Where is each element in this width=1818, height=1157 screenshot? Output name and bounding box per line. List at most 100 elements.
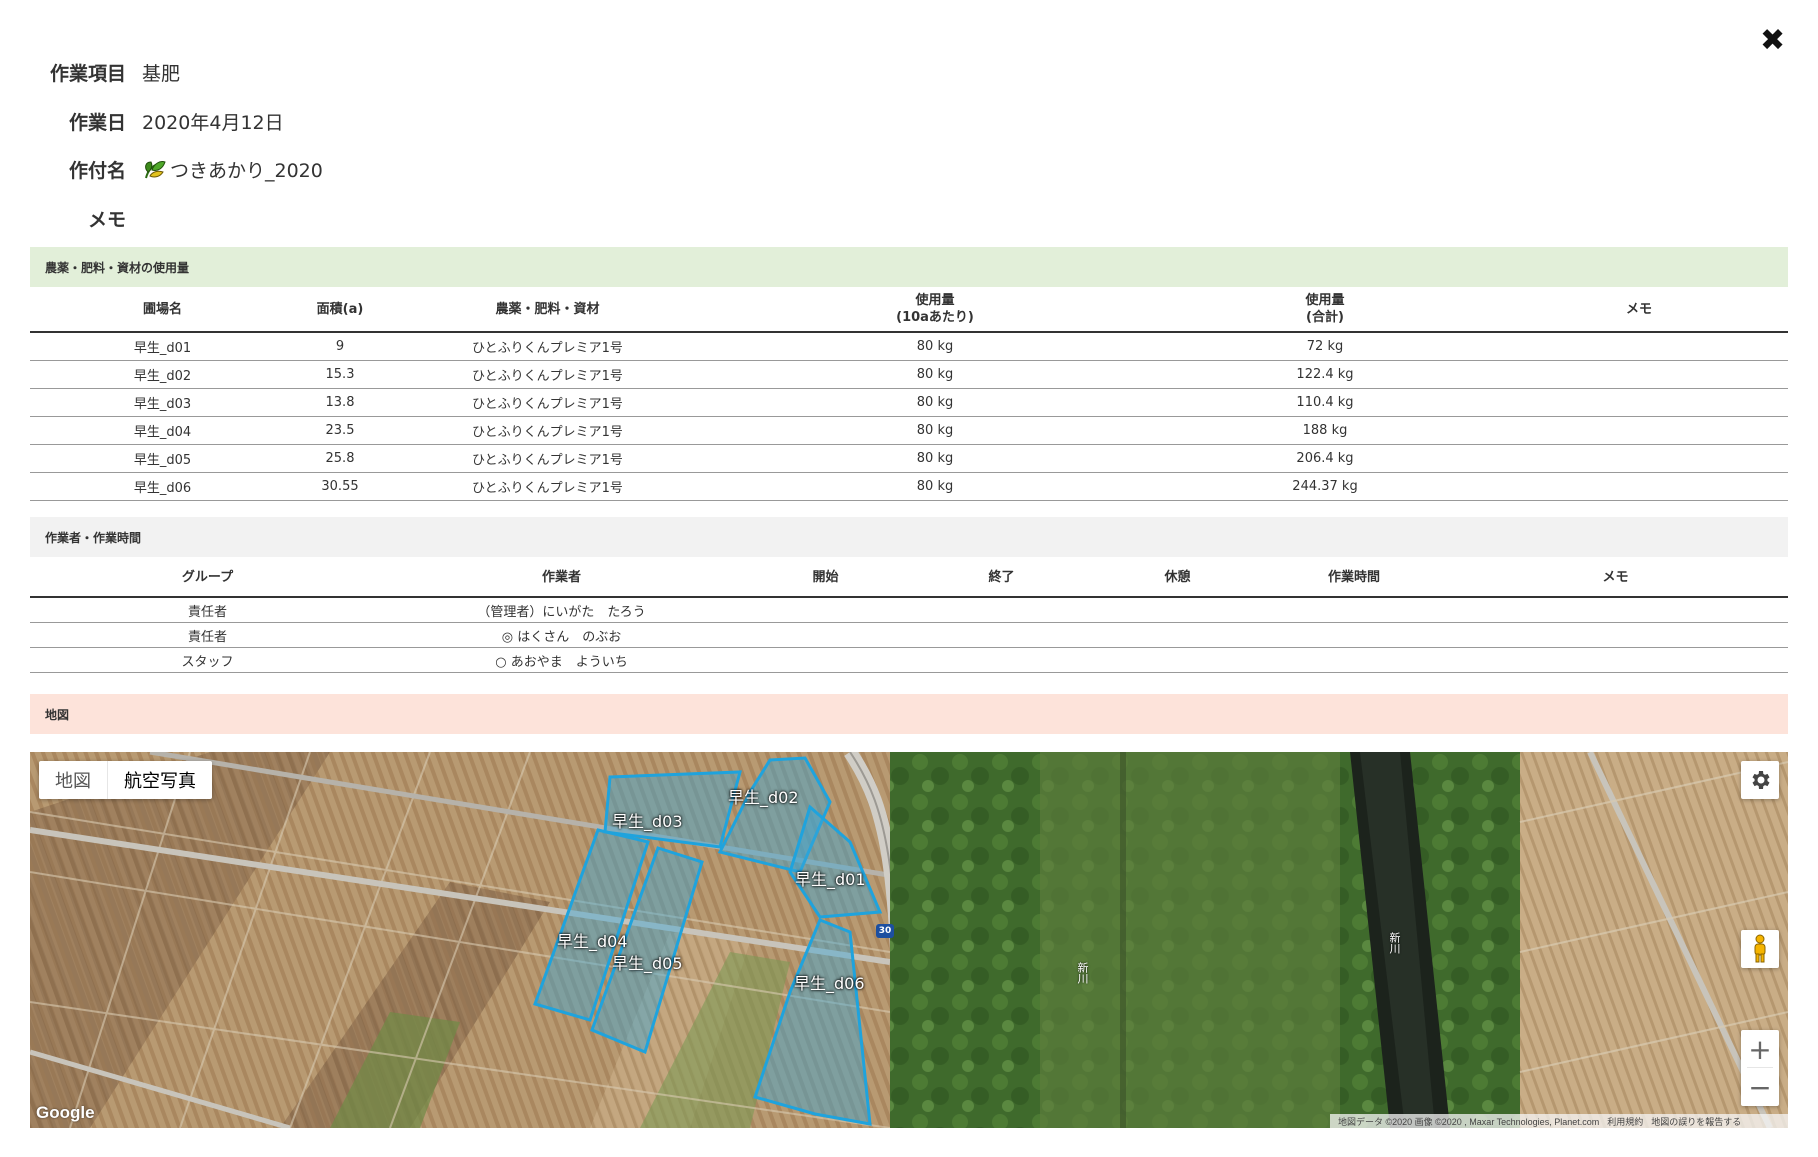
cell-start	[738, 647, 913, 673]
crop-value: つきあかり_2020	[142, 156, 323, 183]
cell-field: 早生_d04	[30, 416, 295, 445]
field-label-d03: 早生_d03	[612, 812, 683, 831]
cell-per10a: 80 kg	[710, 472, 1160, 501]
cell-field: 早生_d05	[30, 444, 295, 473]
cell-per10a: 80 kg	[710, 416, 1160, 445]
cell-area: 23.5	[295, 416, 385, 445]
memo-label: メモ	[87, 208, 126, 231]
cell-memo	[1490, 332, 1788, 361]
close-icon[interactable]: ✖	[1760, 26, 1785, 56]
cell-area: 25.8	[295, 444, 385, 473]
cell-worker: （管理者）にいがた たろう	[385, 597, 738, 623]
table-row: 早生_d03 13.8 ひとふりくんプレミア1号 80 kg 110.4 kg	[30, 388, 1788, 417]
table-row: 早生_d05 25.8 ひとふりくんプレミア1号 80 kg 206.4 kg	[30, 444, 1788, 473]
cell-start	[738, 622, 913, 648]
cell-memo	[1490, 388, 1788, 417]
usage-table: 圃場名 面積(a) 農薬・肥料・資材 使用量 (10aあたり) 使用量 (合計) メ…	[30, 287, 1788, 501]
cell-memo	[1490, 444, 1788, 473]
field-label-d01: 早生_d01	[795, 870, 866, 889]
table-row: 早生_d02 15.3 ひとふりくんプレミア1号 80 kg 122.4 kg	[30, 360, 1788, 389]
col-start: 開始	[738, 558, 913, 598]
cell-area: 9	[295, 332, 385, 361]
work-date-label: 作業日	[68, 111, 126, 134]
minus-icon[interactable]: −	[1741, 1068, 1779, 1106]
map-type-control: 地図 航空写真	[39, 761, 212, 799]
pegman-icon	[1754, 934, 1766, 963]
cell-end	[913, 647, 1090, 673]
river-label: 新川	[1076, 962, 1089, 984]
cell-memo	[1490, 360, 1788, 389]
work-item-label: 作業項目	[49, 62, 126, 85]
col-worker-memo: メモ	[1443, 558, 1788, 598]
cell-break	[1090, 597, 1265, 623]
cell-group: 責任者	[30, 622, 385, 648]
zoom-control: + −	[1741, 1030, 1779, 1106]
cell-memo	[1490, 416, 1788, 445]
field-label-d04: 早生_d04	[557, 932, 628, 951]
work-item-row: 作業項目 基肥	[30, 57, 180, 87]
report-error-link[interactable]: 地図の誤りを報告する	[1651, 1115, 1741, 1128]
map-view[interactable]: 早生_d03 早生_d02 早生_d01 早生_d04 早生_d05 早生_d0…	[30, 752, 1788, 1128]
crop-label: 作付名	[68, 159, 126, 182]
cell-material: ひとふりくんプレミア1号	[385, 388, 710, 417]
cell-worker: ◎ はくさん のぶお	[385, 622, 738, 648]
cell-field: 早生_d03	[30, 388, 295, 417]
cell-memo	[1443, 622, 1788, 648]
cell-field: 早生_d02	[30, 360, 295, 389]
col-field-name: 圃場名	[30, 287, 295, 333]
cell-group: 責任者	[30, 597, 385, 623]
cell-break	[1090, 647, 1265, 673]
cell-group: スタッフ	[30, 647, 385, 673]
field-label-d06: 早生_d06	[794, 974, 865, 993]
route-shield: 30	[876, 924, 894, 938]
cell-area: 15.3	[295, 360, 385, 389]
cell-area: 30.55	[295, 472, 385, 501]
work-date-value: 2020年4月12日	[142, 111, 284, 134]
crop-leaf-icon	[145, 161, 166, 179]
cell-memo	[1443, 597, 1788, 623]
col-break: 休憩	[1090, 558, 1265, 598]
plus-icon[interactable]: +	[1741, 1030, 1779, 1068]
usage-section-header: 農薬・肥料・資材の使用量	[30, 247, 1788, 287]
gear-icon	[1752, 771, 1770, 789]
table-row: 責任者 （管理者）にいがた たろう	[30, 597, 1788, 623]
usage-header-row: 圃場名 面積(a) 農薬・肥料・資材 使用量 (10aあたり) 使用量 (合計) メ…	[30, 287, 1788, 333]
col-usage-per-10a: 使用量 (10aあたり)	[710, 287, 1160, 333]
google-logo: Google	[36, 1103, 95, 1122]
cell-per10a: 80 kg	[710, 332, 1160, 361]
map-type-satellite-button[interactable]: 航空写真	[108, 761, 212, 799]
map-section-header: 地図	[30, 694, 1788, 734]
cell-per10a: 80 kg	[710, 388, 1160, 417]
cell-worker: ○ あおやま よういち	[385, 647, 738, 673]
work-item-value: 基肥	[142, 62, 181, 85]
table-row: 早生_d06 30.55 ひとふりくんプレミア1号 80 kg 244.37 k…	[30, 472, 1788, 501]
table-row: 早生_d04 23.5 ひとふりくんプレミア1号 80 kg 188 kg	[30, 416, 1788, 445]
col-usage-total: 使用量 (合計)	[1160, 287, 1490, 333]
cell-field: 早生_d06	[30, 472, 295, 501]
cell-material: ひとふりくんプレミア1号	[385, 360, 710, 389]
attribution-text: 地図データ ©2020 画像 ©2020 , Maxar Technologie…	[1338, 1116, 1600, 1127]
col-group: グループ	[30, 558, 385, 598]
cell-end	[913, 622, 1090, 648]
map-type-map-button[interactable]: 地図	[39, 761, 108, 799]
satellite-imagery	[30, 752, 1788, 1128]
cell-duration	[1265, 647, 1443, 673]
crop-name: つきあかり_2020	[170, 159, 323, 182]
cell-start	[738, 597, 913, 623]
cell-total: 122.4 kg	[1160, 360, 1490, 389]
street-view-button[interactable]	[1741, 930, 1779, 968]
cell-break	[1090, 622, 1265, 648]
col-duration: 作業時間	[1265, 558, 1443, 598]
table-row: スタッフ ○ あおやま よういち	[30, 647, 1788, 673]
map-settings-button[interactable]	[1741, 761, 1779, 799]
cell-end	[913, 597, 1090, 623]
terms-link[interactable]: 利用規約	[1607, 1115, 1643, 1128]
cell-per10a: 80 kg	[710, 360, 1160, 389]
cell-total: 110.4 kg	[1160, 388, 1490, 417]
cell-total: 72 kg	[1160, 332, 1490, 361]
col-area: 面積(a)	[295, 287, 385, 333]
cell-total: 188 kg	[1160, 416, 1490, 445]
cell-area: 13.8	[295, 388, 385, 417]
workers-header-row: グループ 作業者 開始 終了 休憩 作業時間 メモ	[30, 558, 1788, 598]
river-label: 新川	[1388, 932, 1401, 954]
